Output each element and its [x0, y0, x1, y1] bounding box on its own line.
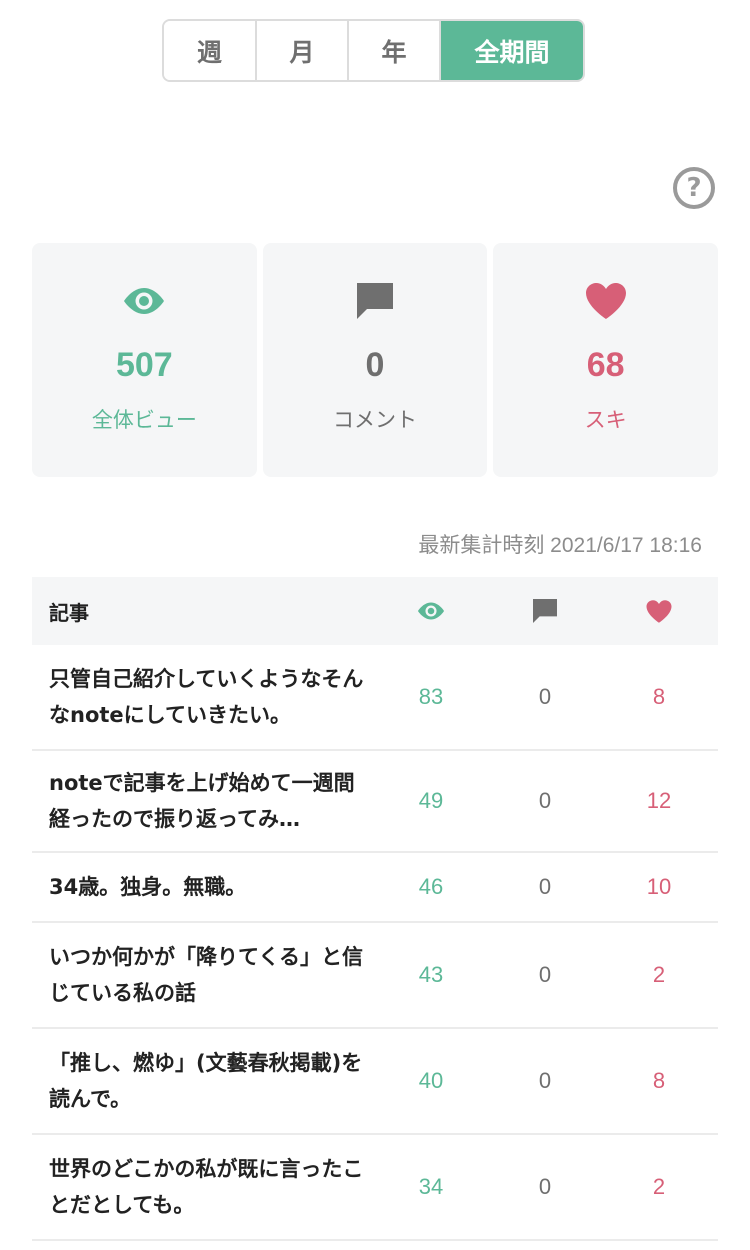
article-comments: 0 — [538, 874, 552, 899]
comment-icon — [354, 279, 396, 323]
tab-month[interactable]: 月 — [257, 21, 349, 80]
tab-year[interactable]: 年 — [349, 21, 441, 80]
table-row[interactable]: 「推し、燃ゆ」(文藝春秋掲載)を読んで。 40 0 8 — [32, 1029, 718, 1135]
article-likes: 10 — [646, 874, 672, 899]
views-total: 507 — [115, 346, 173, 384]
likes-label: スキ — [584, 408, 627, 432]
comments-total: 0 — [365, 346, 385, 384]
article-views: 43 — [418, 962, 444, 987]
article-title[interactable]: 34歳。独身。無職。 — [32, 869, 374, 905]
articles-table: 記事 只管自己紹介していくようなそんなnoteにしていきたい。 83 0 8 n… — [32, 577, 718, 1241]
article-comments: 0 — [538, 684, 552, 709]
tab-all-time[interactable]: 全期間 — [441, 21, 583, 80]
views-label: 全体ビュー — [91, 408, 197, 432]
table-row[interactable]: 世界のどこかの私が既に言ったことだとしても。 34 0 2 — [32, 1135, 718, 1241]
article-views: 40 — [418, 1068, 444, 1093]
eye-icon — [121, 279, 167, 323]
table-header: 記事 — [32, 577, 718, 645]
header-title: 記事 — [49, 600, 89, 625]
article-views: 83 — [418, 684, 444, 709]
article-views: 46 — [418, 874, 444, 899]
header-comments-icon — [488, 597, 602, 625]
table-row[interactable]: 只管自己紹介していくようなそんなnoteにしていきたい。 83 0 8 — [32, 645, 718, 751]
heart-icon — [584, 279, 628, 323]
table-row[interactable]: noteで記事を上げ始めて一週間経ったので振り返ってみ… 49 0 12 — [32, 751, 718, 853]
article-title[interactable]: 只管自己紹介していくようなそんなnoteにしていきたい。 — [32, 661, 374, 733]
help-icon[interactable]: ? — [673, 167, 715, 209]
tab-week[interactable]: 週 — [164, 21, 257, 80]
article-likes: 2 — [652, 962, 666, 987]
table-row[interactable]: いつか何かが「降りてくる」と信じている私の話 43 0 2 — [32, 923, 718, 1029]
article-views: 49 — [418, 788, 444, 813]
article-likes: 8 — [652, 1068, 666, 1093]
article-comments: 0 — [538, 788, 552, 813]
last-updated: 最新集計時刻 2021/6/17 18:16 — [418, 534, 702, 557]
table-row[interactable]: 34歳。独身。無職。 46 0 10 — [32, 853, 718, 923]
summary-cards: 507 全体ビュー 0 コメント 68 スキ — [32, 243, 719, 477]
header-likes-icon — [602, 599, 716, 624]
article-title[interactable]: noteで記事を上げ始めて一週間経ったので振り返ってみ… — [32, 765, 374, 837]
article-likes: 8 — [652, 684, 666, 709]
article-views: 34 — [418, 1174, 444, 1199]
article-comments: 0 — [538, 1174, 552, 1199]
article-title[interactable]: 「推し、燃ゆ」(文藝春秋掲載)を読んで。 — [32, 1045, 374, 1117]
article-title[interactable]: いつか何かが「降りてくる」と信じている私の話 — [32, 939, 374, 1011]
article-comments: 0 — [538, 962, 552, 987]
views-card: 507 全体ビュー — [32, 243, 257, 477]
likes-card: 68 スキ — [493, 243, 719, 477]
article-likes: 12 — [646, 788, 672, 813]
article-likes: 2 — [652, 1174, 666, 1199]
period-tabs: 週 月 年 全期間 — [162, 19, 585, 82]
article-comments: 0 — [538, 1068, 552, 1093]
header-views-icon — [374, 601, 488, 621]
likes-total: 68 — [586, 346, 625, 384]
comments-card: 0 コメント — [262, 243, 488, 477]
article-title[interactable]: 世界のどこかの私が既に言ったことだとしても。 — [32, 1151, 374, 1223]
comments-label: コメント — [333, 408, 417, 432]
